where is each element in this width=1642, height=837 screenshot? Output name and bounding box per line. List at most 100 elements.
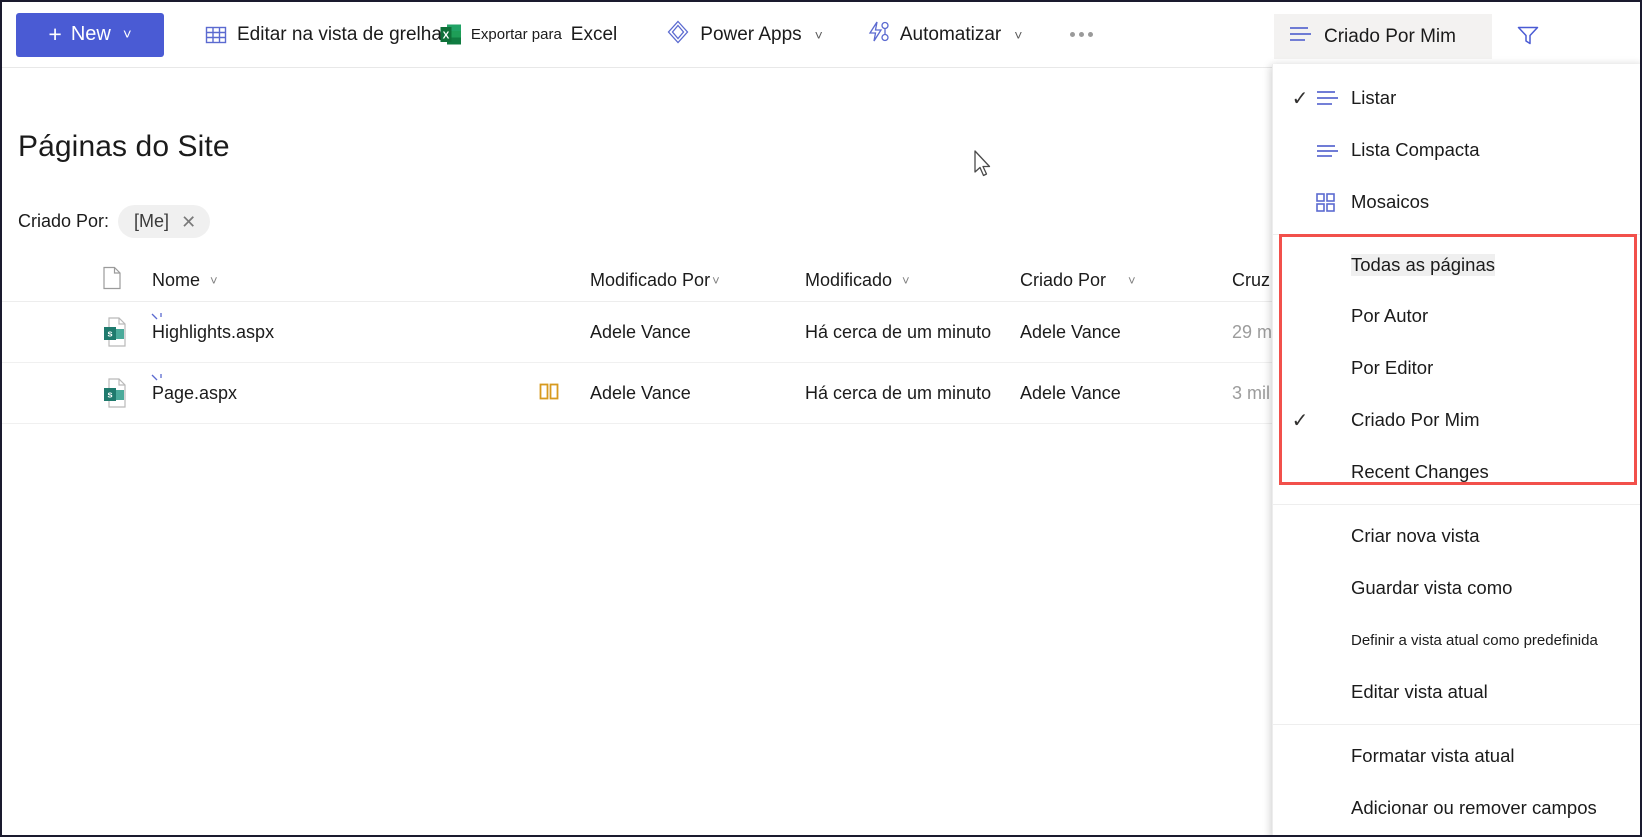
menu-item-por-autor-label: Por Autor [1351,305,1429,326]
menu-item-definir-vista-predefinida-label: Definir a vista atual como predefinida [1351,631,1598,649]
column-header-name-label: Nome [152,270,201,290]
chevron-down-icon: ˅ [712,273,720,288]
menu-item-todas-as-paginas-label: Todas as páginas [1351,254,1495,276]
menu-item-por-editor[interactable]: Por Editor [1273,342,1640,394]
list-view-icon [1288,24,1313,49]
page-title: Páginas do Site [18,130,230,163]
chevron-down-icon: ˅ [1128,273,1136,288]
menu-item-listar-label: Listar [1351,87,1397,108]
chevron-down-icon: ˅ [210,273,218,288]
menu-item-todas-as-paginas[interactable]: Todas as páginas [1273,240,1640,290]
app-window: + New ˅ Editar na vista de grelha X Expo… [0,0,1642,837]
export-to-excel-button[interactable]: X Exportar para Excel [434,13,623,57]
menu-item-por-autor[interactable]: Por Autor [1273,290,1640,342]
chevron-down-icon: ˅ [902,273,910,288]
file-type-icon [102,266,122,295]
power-apps-label: Power Apps [700,23,802,45]
export-to-excel-label: Exportar para [470,26,562,43]
menu-item-guardar-vista-como-label: Guardar vista como [1351,577,1513,598]
close-icon[interactable]: ✕ [181,213,196,231]
menu-divider [1273,724,1640,725]
view-switcher-label: Criado Por Mim [1324,25,1456,47]
edit-in-grid-view-label: Editar na vista de grelha [237,23,442,45]
column-header-modified-by[interactable]: Modificado Por ˅ [590,260,720,301]
row-name-label: Highlights.aspx [152,321,275,342]
check-icon: ✓ [1291,409,1309,432]
chevron-down-icon: ˅ [122,26,132,43]
menu-item-formatar-vista-atual[interactable]: Formatar vista atual [1273,730,1640,782]
grid-view-icon [204,23,228,47]
menu-item-guardar-vista-como[interactable]: Guardar vista como [1273,562,1640,614]
automate-button[interactable]: Automatizar ˅ [859,13,1029,57]
menu-item-mosaicos[interactable]: Mosaicos [1273,176,1640,228]
menu-item-adicionar-remover-campos[interactable]: Adicionar ou remover campos [1273,782,1640,834]
menu-group-format: Formatar vista atual Adicionar ou remove… [1273,730,1640,834]
menu-item-criar-nova-vista-label: Criar nova vista [1351,525,1480,546]
more-options-ellipsis-icon[interactable] [1056,13,1107,57]
new-item-sparkle-icon [150,371,164,385]
menu-item-listar[interactable]: ✓ Listar [1273,72,1640,124]
sharepoint-page-icon: s [102,316,128,348]
column-header-created-by[interactable]: Criado Por ˅ [1020,260,1136,301]
filter-field-label: Criado Por: [18,211,110,231]
menu-item-editar-vista-atual[interactable]: Editar vista atual [1273,666,1640,718]
menu-item-por-editor-label: Por Editor [1351,357,1434,378]
power-apps-button[interactable]: Power Apps ˅ [659,13,829,57]
row-flag-cell [538,363,578,423]
svg-text:X: X [443,31,450,42]
menu-item-lista-compacta[interactable]: Lista Compacta [1273,124,1640,176]
menu-item-mosaicos-label: Mosaicos [1351,191,1430,212]
menu-item-criado-por-mim-label: Criado Por Mim [1351,409,1480,430]
menu-item-definir-vista-predefinida[interactable]: Definir a vista atual como predefinida [1273,614,1640,666]
row-file-icon: s [102,302,152,362]
plus-icon: + [48,21,62,47]
column-header-modified[interactable]: Modificado ˅ [805,260,910,301]
row-cross: 3 mil [1232,382,1271,403]
menu-item-adicionar-remover-campos-label: Adicionar ou remover campos [1351,797,1597,818]
compact-list-icon [1315,140,1351,160]
filter-chip-value: [Me] [134,211,170,231]
row-modified-by: Adele Vance [590,321,691,342]
svg-text:s: s [107,329,112,340]
mouse-pointer-icon [974,150,994,180]
view-switcher-button[interactable]: Criado Por Mim [1274,14,1492,59]
filter-button[interactable] [1507,16,1549,58]
menu-group-actions: Criar nova vista Guardar vista como Defi… [1273,510,1640,718]
active-filters-bar: Criado Por: [Me] ✕ [18,205,211,238]
tiles-icon [1315,191,1351,213]
new-item-sparkle-icon [150,310,164,324]
automate-label: Automatizar [899,23,1002,45]
check-icon: ✓ [1291,87,1309,110]
menu-divider [1273,234,1640,235]
column-header-modified-by-label: Modificado Por [590,270,711,290]
menu-group-layouts: ✓ Listar Lista Compacta Mosaicos [1273,72,1640,228]
row-created-by: Adele Vance [1020,321,1121,342]
row-modified-by: Adele Vance [590,382,691,403]
row-name-label: Page.aspx [152,382,238,403]
menu-item-criado-por-mim[interactable]: ✓ Criado Por Mim [1273,394,1640,446]
menu-item-lista-compacta-label: Lista Compacta [1351,139,1480,160]
menu-item-criar-nova-vista[interactable]: Criar nova vista [1273,510,1640,562]
list-view-icon [1315,88,1351,108]
power-automate-icon [865,19,891,50]
filter-chip-created-by[interactable]: [Me] ✕ [118,205,211,238]
edit-in-grid-view-button[interactable]: Editar na vista de grelha [198,13,448,57]
view-options-menu: ✓ Listar Lista Compacta Mosaicos Todas a… [1272,64,1640,835]
row-modified: Há cerca de um minuto [805,321,992,342]
svg-text:s: s [107,390,112,401]
new-button-label: New [70,23,111,45]
sharepoint-page-icon: s [102,377,128,409]
menu-item-recent-changes-label: Recent Changes [1351,461,1489,482]
menu-group-views: Todas as páginas Por Autor Por Editor ✓ … [1273,240,1640,498]
column-header-name[interactable]: Nome ˅ [152,260,218,301]
column-header-cross[interactable]: Cruz [1232,260,1270,301]
new-button[interactable]: + New ˅ [16,12,164,57]
column-header-file-type[interactable] [102,260,152,301]
column-header-created-by-label: Criado Por [1020,270,1107,290]
excel-icon: X [440,23,462,46]
menu-item-editar-vista-atual-label: Editar vista atual [1351,681,1488,702]
row-modified: Há cerca de um minuto [805,382,992,403]
menu-item-recent-changes[interactable]: Recent Changes [1273,446,1640,498]
menu-item-formatar-vista-atual-label: Formatar vista atual [1351,745,1515,766]
menu-divider [1273,504,1640,505]
